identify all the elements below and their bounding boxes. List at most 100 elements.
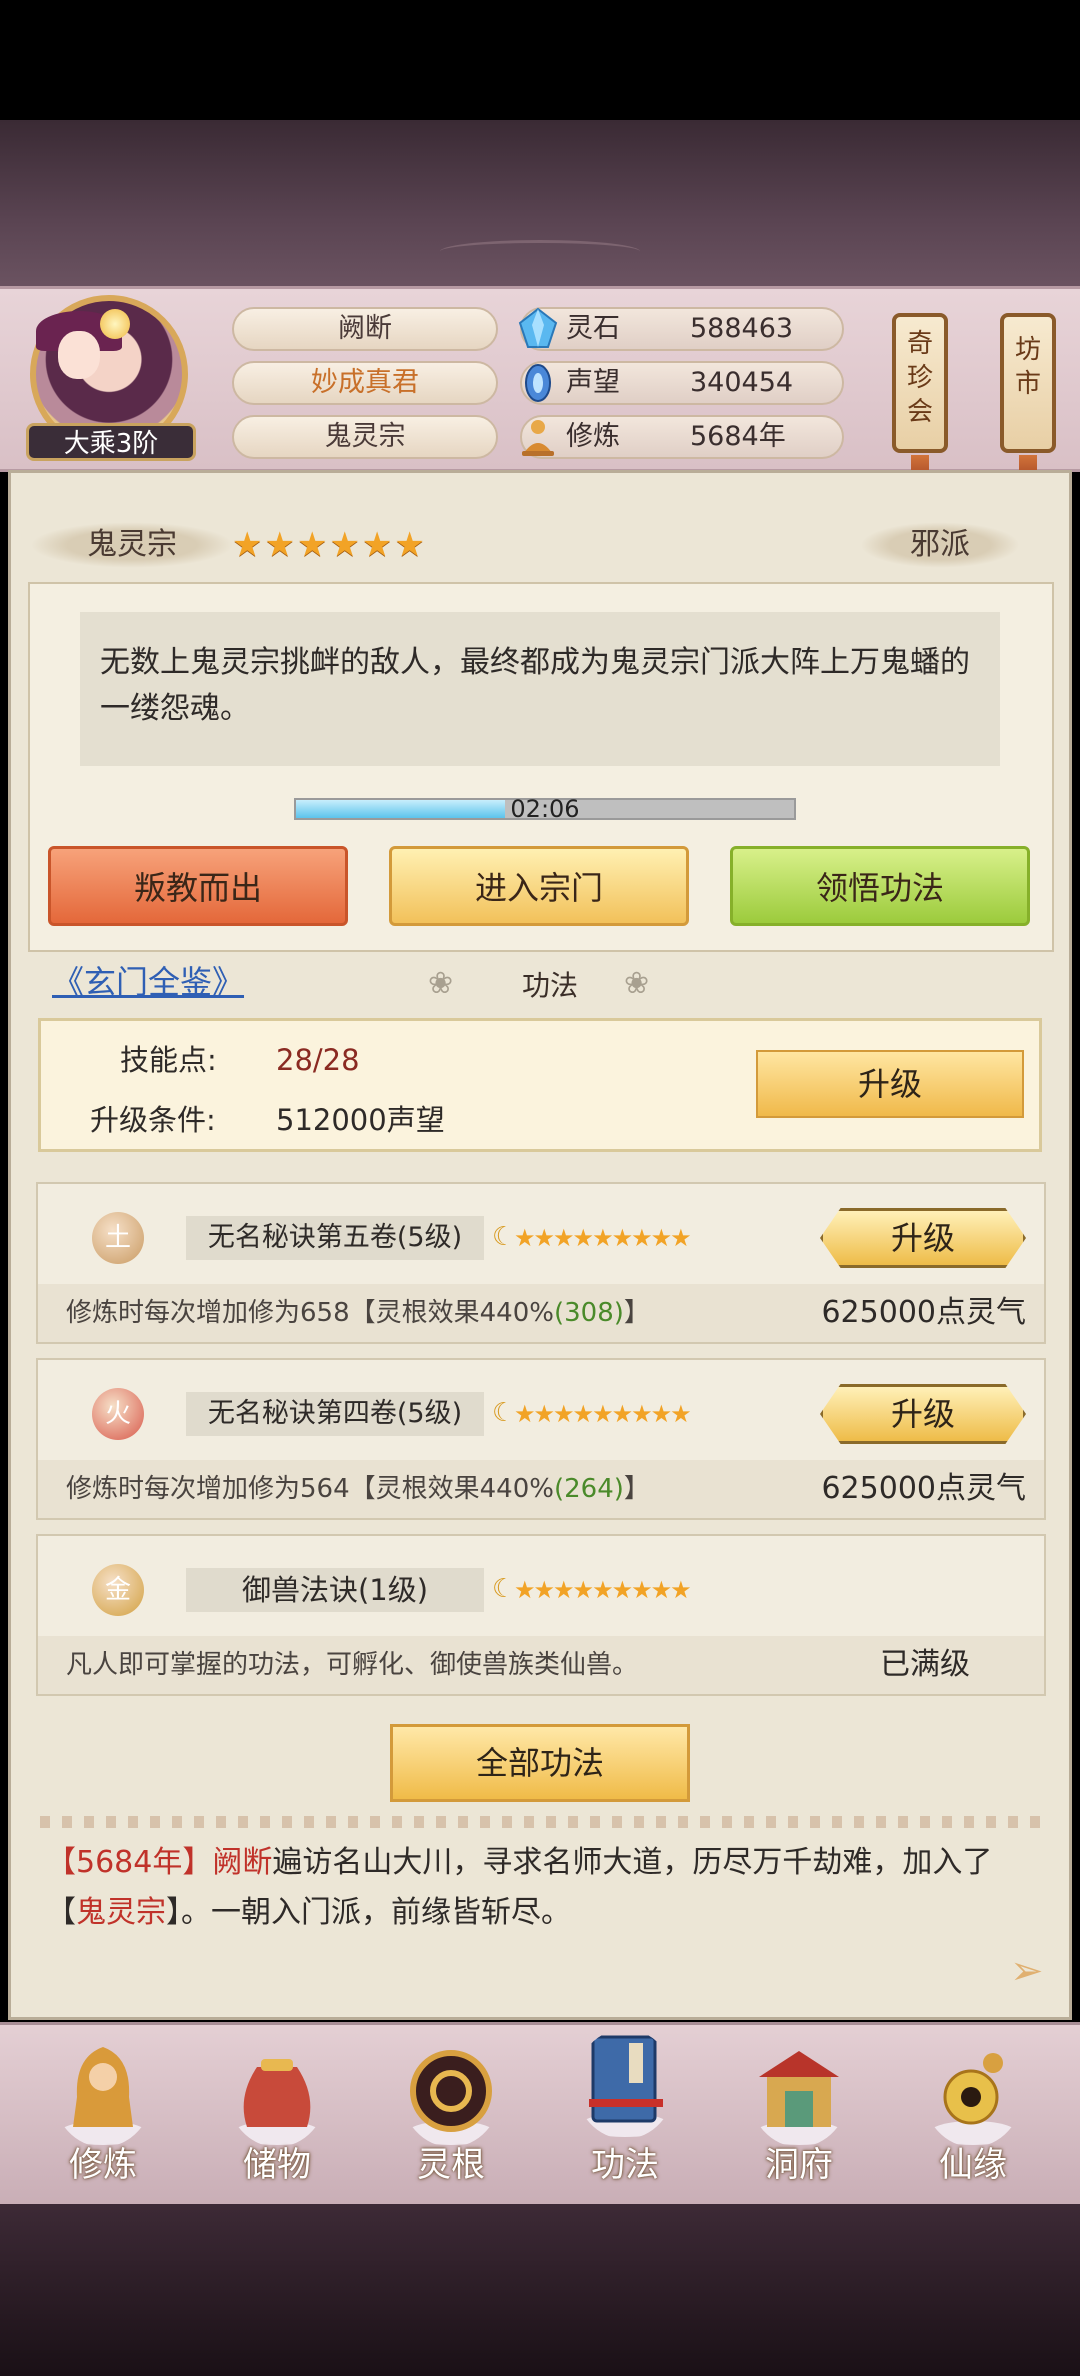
log-bracket: 】 <box>182 1845 213 1880</box>
lantern-market[interactable]: 坊市 <box>1000 313 1056 453</box>
skill-effect: 修炼时每次增加修为564【灵根效果440%(264)】 <box>66 1460 650 1518</box>
spirit-root-icon <box>407 2050 495 2145</box>
spirit-stone-icon <box>518 307 558 348</box>
nav-label: 储物 <box>243 2145 311 2185</box>
all-skills-button[interactable]: 全部功法 <box>390 1724 690 1802</box>
timer-text: 02:06 <box>510 795 580 823</box>
cultivation-icon <box>522 420 554 456</box>
skill-effect-end: 】 <box>623 1474 650 1504</box>
skill-effect-text: 修炼时每次增加修为658【灵根效果440% <box>66 1298 554 1328</box>
nav-item-fortune[interactable]: 仙缘 <box>898 2025 1048 2195</box>
player-sect: 鬼灵宗 <box>232 415 498 459</box>
moon-icon: ☾ <box>492 1574 516 1604</box>
sect-stars: ★★★★★★ <box>232 525 427 565</box>
upgrade-sect-button[interactable]: 升级 <box>756 1050 1024 1118</box>
rank-badge: 大乘3阶 <box>26 423 196 461</box>
nav-label: 洞府 <box>765 2145 833 2185</box>
cultivate-icon <box>59 2047 147 2145</box>
cave-dwelling-icon <box>755 2051 843 2145</box>
log-bracket: 【 <box>46 1895 76 1930</box>
log-name: 阙断 <box>212 1845 273 1880</box>
metal-element-icon: 金 <box>92 1564 144 1616</box>
log-bracket: 【 <box>46 1845 76 1880</box>
skill-stars: ★★★★★★★★★ <box>514 1576 692 1604</box>
next-page-arrow-icon[interactable]: ➢ <box>1010 1948 1044 1994</box>
nav-item-storage[interactable]: 储物 <box>202 2025 352 2195</box>
nav-item-skills[interactable]: 功法 <box>550 2017 700 2187</box>
skill-stars: ★★★★★★★★★ <box>514 1224 692 1252</box>
resource-cultivation: 修炼 5684年 <box>520 415 844 459</box>
skills-section-title: 功法 <box>521 969 578 1002</box>
upgrade-condition-label: 升级条件: <box>90 1103 216 1137</box>
skill-effect-bonus: (308) <box>553 1298 624 1328</box>
skill-stars: ★★★★★★★★★ <box>514 1400 692 1428</box>
log-year: 5684年 <box>76 1845 183 1880</box>
nav-label: 功法 <box>591 2145 659 2185</box>
storage-bag-icon <box>233 2059 321 2145</box>
nav-item-cultivate[interactable]: 修炼 <box>28 2025 178 2195</box>
moon-icon: ☾ <box>492 1222 516 1252</box>
skill-name: 御兽法诀(1级) <box>186 1568 484 1612</box>
sect-faction: 邪派 <box>860 522 1020 568</box>
resource-label: 修炼 <box>566 421 620 452</box>
player-name: 阙断 <box>232 307 498 351</box>
top-decorative-band <box>0 120 1080 288</box>
upgrade-condition-value: 512000声望 <box>276 1103 445 1137</box>
avatar-face <box>58 331 100 379</box>
skill-cost: 625000点灵气 <box>821 1295 1026 1330</box>
skill-upgrade-button[interactable]: 升级 <box>820 1384 1026 1444</box>
lantern-treasure-auction[interactable]: 奇珍会 <box>892 313 948 453</box>
skill-points-label: 技能点: <box>120 1043 217 1077</box>
resource-value: 588463 <box>690 313 794 344</box>
skill-effect-text: 修炼时每次增加修为564【灵根效果440% <box>66 1474 554 1504</box>
enter-sect-button[interactable]: 进入宗门 <box>389 846 689 926</box>
log-text: 遍访名山大川，寻求名师大道，历尽万千劫难，加入了 <box>272 1845 993 1880</box>
log-bracket: 】 <box>166 1895 181 1930</box>
lantern-label: 坊市 <box>1015 335 1042 399</box>
sect-description: 无数上鬼灵宗挑衅的敌人，最终都成为鬼灵宗门派大阵上万鬼蟠的一缕怨魂。 <box>100 645 970 726</box>
skill-max-level: 已满级 <box>880 1647 970 1682</box>
skill-name: 无名秘诀第四卷(5级) <box>186 1392 484 1436</box>
sect-name: 鬼灵宗 <box>30 522 234 568</box>
ornament-divider <box>40 1816 1040 1828</box>
player-header: 大乘3阶 阙断 妙成真君 鬼灵宗 灵石 588463 声望 340454 修炼 … <box>0 286 1080 497</box>
nav-item-cave-dwelling[interactable]: 洞府 <box>724 2025 874 2195</box>
nav-label: 仙缘 <box>939 2145 1007 2185</box>
player-title: 妙成真君 <box>232 361 498 405</box>
nav-item-spirit-root[interactable]: 灵根 <box>376 2025 526 2195</box>
log-text: 。一朝入门派，前缘皆斩尽。 <box>181 1895 571 1930</box>
nav-label: 修炼 <box>69 2145 137 2185</box>
log-sect: 鬼灵宗 <box>76 1895 166 1930</box>
skill-effect-end: 】 <box>623 1298 650 1328</box>
skill-effect-bonus: (264) <box>553 1474 624 1504</box>
betray-sect-button[interactable]: 叛教而出 <box>48 846 348 926</box>
event-log: 【5684年】阙断遍访名山大川，寻求名师大道，历尽万千劫难，加入了【鬼灵宗】。一… <box>46 1838 1046 1938</box>
resource-value: 340454 <box>690 367 794 398</box>
skill-effect: 修炼时每次增加修为658【灵根效果440%(308)】 <box>66 1284 650 1342</box>
resource-value: 5684年 <box>690 421 786 452</box>
earth-element-icon: 土 <box>92 1212 144 1264</box>
resource-prestige: 声望 340454 <box>520 361 844 405</box>
mystic-compendium-link[interactable]: 《玄门全鉴》 <box>52 960 244 1004</box>
skill-name: 无名秘诀第五卷(5级) <box>186 1216 484 1260</box>
moon-icon: ☾ <box>492 1398 516 1428</box>
cloud-ornament-icon: ❀ <box>428 966 454 1001</box>
fire-element-icon: 火 <box>92 1388 144 1440</box>
resource-label: 声望 <box>566 367 620 398</box>
avatar-flower-icon <box>100 309 130 339</box>
nav-label: 灵根 <box>417 2145 485 2185</box>
skill-cost: 625000点灵气 <box>821 1471 1026 1506</box>
bottom-nav: 修炼 储物 灵根 功法 洞府 仙缘 <box>0 2022 1080 2205</box>
status-bar-area <box>0 0 1080 120</box>
lantern-label: 奇珍会 <box>907 329 934 427</box>
cloud-ornament-icon: ❀ <box>624 966 650 1001</box>
bottom-decorative-band <box>0 2204 1080 2376</box>
skill-book-icon <box>581 2035 669 2137</box>
fortune-icon <box>929 2053 1017 2145</box>
skill-effect: 凡人即可掌握的功法，可孵化、御使兽族类仙兽。 <box>66 1650 639 1680</box>
prestige-icon <box>525 364 551 402</box>
resource-spirit-stone: 灵石 588463 <box>518 307 844 351</box>
skill-points-value: 28/28 <box>276 1043 360 1077</box>
skill-upgrade-button[interactable]: 升级 <box>820 1208 1026 1268</box>
comprehend-skill-button[interactable]: 领悟功法 <box>730 846 1030 926</box>
